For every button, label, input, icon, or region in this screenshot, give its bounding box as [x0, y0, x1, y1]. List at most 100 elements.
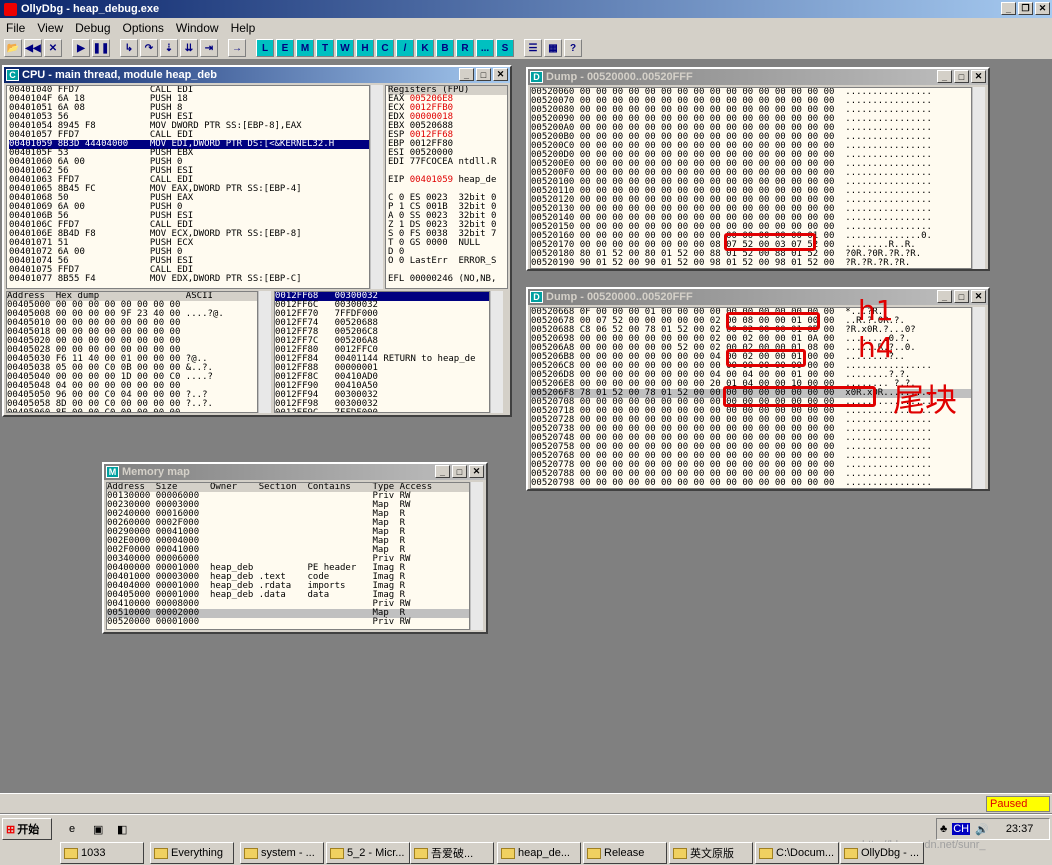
memmap-close-button[interactable]: ✕ — [469, 465, 484, 478]
taskbar-item-label: Release — [604, 847, 645, 859]
stack-scrollbar[interactable] — [490, 291, 503, 413]
h4-highlight-box — [726, 349, 806, 367]
window-button-11[interactable]: ... — [476, 39, 494, 57]
window-button-10[interactable]: R — [456, 39, 474, 57]
dump2-maximize-button[interactable]: □ — [954, 290, 969, 303]
registers-pane[interactable]: Registers (FPU) EAX 005206E8 ECX 0012FFB0… — [385, 85, 508, 289]
memory-map-title[interactable]: M Memory map _ □ ✕ — [104, 464, 486, 480]
dump2-minimize-button[interactable]: _ — [937, 290, 952, 303]
tail-block-annotation: 尾块 — [893, 381, 958, 419]
window-button-8[interactable]: K — [416, 39, 434, 57]
dump-row[interactable]: 00520798 00 00 00 00 00 00 00 00 00 00 0… — [531, 479, 971, 488]
stack-row[interactable]: 0012FF9C 7FFDF000 — [275, 409, 489, 413]
list-icon[interactable]: ☰ — [524, 39, 542, 57]
clock: 23:37 — [1005, 823, 1034, 835]
window-button-12[interactable]: S — [496, 39, 514, 57]
trace-into-icon[interactable]: ⇣ — [160, 39, 178, 57]
volume-icon[interactable]: 🔊 — [975, 823, 989, 836]
menu-bar: File View Debug Options Window Help — [0, 18, 1052, 37]
grid-icon[interactable]: ▦ — [544, 39, 562, 57]
window-button-7[interactable]: / — [396, 39, 414, 57]
disasm-row[interactable]: 00401077 8B55 F4 MOV EDX,DWORD PTR SS:[E… — [9, 275, 369, 284]
window-button-1[interactable]: E — [276, 39, 294, 57]
menu-file[interactable]: File — [0, 21, 31, 35]
window-button-5[interactable]: H — [356, 39, 374, 57]
dump1-highlight-box — [724, 233, 816, 251]
window-button-9[interactable]: B — [436, 39, 454, 57]
hex-dump-scrollbar[interactable] — [258, 291, 271, 413]
hex-dump-row[interactable]: 00405060 8E 00 00 C0 00 00 00 00 — [7, 409, 257, 413]
window-button-4[interactable]: W — [336, 39, 354, 57]
cpu-maximize-button[interactable]: □ — [476, 68, 491, 81]
taskbar-item-9[interactable]: OllyDbg - ... — [840, 842, 924, 864]
memmap-minimize-button[interactable]: _ — [435, 465, 450, 478]
dump1-close-button[interactable]: ✕ — [971, 70, 986, 83]
dump2-close-button[interactable]: ✕ — [971, 290, 986, 303]
taskbar-item-3[interactable]: 5_2 - Micr... — [326, 842, 410, 864]
memmap-maximize-button[interactable]: □ — [452, 465, 467, 478]
memory-map-row[interactable]: 00520000 00001000 Priv RW — [107, 618, 469, 627]
step-over-icon[interactable]: ↷ — [140, 39, 158, 57]
menu-options[interactable]: Options — [117, 21, 170, 35]
cpu-window-title[interactable]: C CPU - main thread, module heap_deb _ □… — [4, 67, 510, 83]
help-icon[interactable]: ? — [564, 39, 582, 57]
taskbar-item-2[interactable]: system - ... — [240, 842, 324, 864]
taskbar-item-8[interactable]: C:\Docum... — [755, 842, 839, 864]
disassembly-pane[interactable]: 00401040 FFD7 CALL EDI 0040104F 6A 18 PUS… — [6, 85, 370, 289]
taskbar-item-1[interactable]: Everything — [150, 842, 234, 864]
cpu-minimize-button[interactable]: _ — [459, 68, 474, 81]
taskbar-item-label: 吾爱破... — [431, 848, 474, 860]
taskbar-item-4[interactable]: 吾爱破... — [410, 842, 494, 864]
register-row[interactable] — [388, 284, 507, 288]
window-button-6[interactable]: C — [376, 39, 394, 57]
menu-view[interactable]: View — [31, 21, 69, 35]
open-icon[interactable]: 📂 — [4, 39, 22, 57]
window-button-0[interactable]: L — [256, 39, 274, 57]
ie-quicklaunch-icon[interactable]: e — [66, 818, 86, 840]
taskbar-item-icon — [154, 847, 168, 859]
tray-app-icon[interactable]: ♣ — [940, 823, 947, 835]
language-indicator[interactable]: CH — [952, 823, 971, 835]
desktop-quicklaunch-icon[interactable]: ▣ — [90, 818, 110, 840]
dump1-title[interactable]: D Dump - 00520000..00520FFF _ □ ✕ — [528, 69, 988, 85]
taskbar-item-0[interactable]: 1033 — [60, 842, 144, 864]
goto-icon[interactable]: → — [228, 39, 246, 57]
close-icon[interactable]: ✕ — [44, 39, 62, 57]
memory-map-scrollbar[interactable] — [470, 482, 483, 630]
dump1-scrollbar[interactable] — [972, 87, 985, 269]
menu-help[interactable]: Help — [225, 21, 262, 35]
dump1-maximize-button[interactable]: □ — [954, 70, 969, 83]
dump2-title[interactable]: D Dump - 00520000..00520FFF _ □ ✕ — [528, 289, 988, 305]
run-icon[interactable]: ▶ — [72, 39, 90, 57]
dump1-window-icon: D — [530, 71, 543, 83]
window-button-2[interactable]: M — [296, 39, 314, 57]
minimize-button[interactable]: _ — [1001, 2, 1016, 15]
memory-map-pane[interactable]: Address Size Owner Section Contains Type… — [106, 482, 470, 630]
disassembly-scrollbar[interactable] — [370, 85, 383, 289]
taskbar-item-icon — [64, 847, 78, 859]
pause-icon[interactable]: ❚❚ — [92, 39, 110, 57]
menu-window[interactable]: Window — [170, 21, 225, 35]
rewind-icon[interactable]: ◀◀ — [24, 39, 42, 57]
execute-till-return-icon[interactable]: ⇥ — [200, 39, 218, 57]
step-into-icon[interactable]: ↳ — [120, 39, 138, 57]
trace-over-icon[interactable]: ⇊ — [180, 39, 198, 57]
taskbar-item-7[interactable]: 英文原版 — [669, 842, 753, 864]
dump2-scrollbar[interactable] — [972, 307, 985, 489]
system-tray: ♣ CH 🔊 23:37 — [936, 818, 1050, 840]
close-button[interactable]: ✕ — [1035, 2, 1050, 15]
start-button[interactable]: ⊞ 开始 — [2, 818, 52, 840]
app-quicklaunch-icon[interactable]: ◧ — [114, 818, 134, 840]
dump1-minimize-button[interactable]: _ — [937, 70, 952, 83]
menu-debug[interactable]: Debug — [69, 21, 116, 35]
window-button-3[interactable]: T — [316, 39, 334, 57]
taskbar-item-label: 5_2 - Micr... — [347, 847, 405, 859]
dump-row[interactable]: 00520190 90 01 52 00 90 01 52 00 98 01 5… — [531, 259, 971, 268]
stack-pane[interactable]: 0012FF68 00300032 0012FF6C 00300032 0012… — [274, 291, 490, 413]
hex-dump-pane[interactable]: Address Hex dump ASCII 00405000 00 00 00 … — [6, 291, 258, 413]
cpu-close-button[interactable]: ✕ — [493, 68, 508, 81]
taskbar-item-6[interactable]: Release — [583, 842, 667, 864]
cpu-window-icon: C — [6, 69, 19, 81]
restore-button[interactable]: ❐ — [1018, 2, 1033, 15]
taskbar-item-5[interactable]: heap_de... — [497, 842, 581, 864]
